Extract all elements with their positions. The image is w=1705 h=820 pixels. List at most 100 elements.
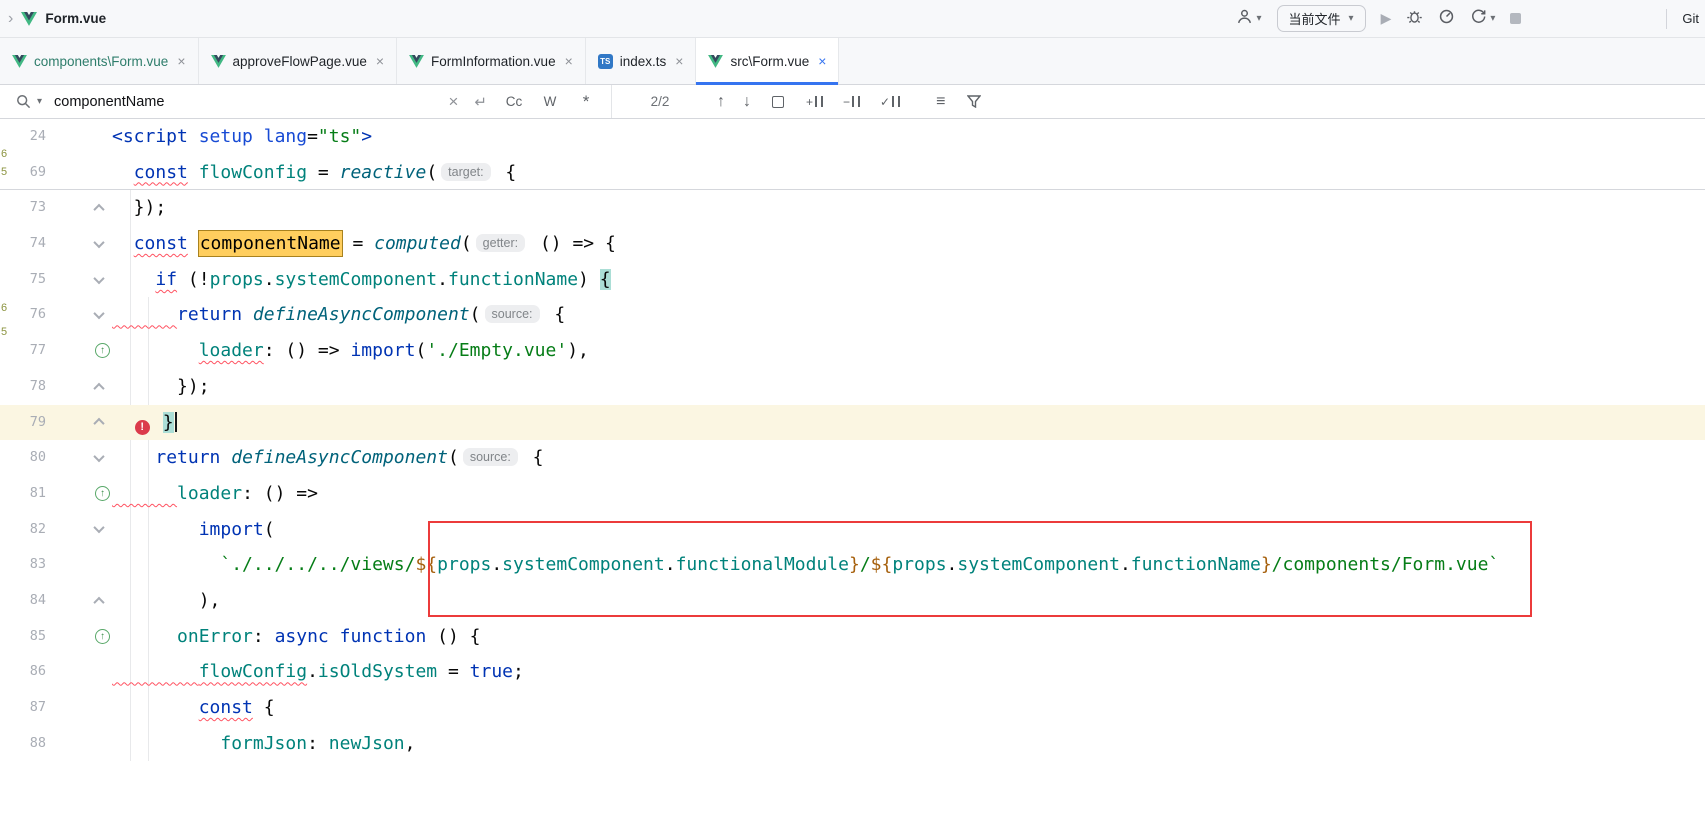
search-in-selection-icon[interactable] [772,96,784,108]
code-token: , [405,733,416,754]
code-text[interactable]: ), [112,583,220,619]
gutter-icon-slot [95,583,103,619]
implementation-marker-icon[interactable]: ↑ [95,486,110,501]
run-button[interactable]: ▶ [1381,10,1392,27]
implementation-marker-icon[interactable]: ↑ [95,629,110,644]
code-token: . [491,554,502,575]
tab-close-icon[interactable]: × [177,53,185,69]
fold-chevron-icon[interactable] [93,597,104,608]
code-text[interactable]: loader: () => [112,476,318,512]
code-token: () { [426,626,480,647]
code-token: : () => [242,483,318,504]
code-token: const [134,162,188,183]
editor-tab[interactable]: FormInformation.vue× [397,38,586,84]
code-token: = [307,162,340,183]
fold-chevron-icon[interactable] [93,204,104,215]
matched-brace: } [163,412,174,433]
select-all-occurrences-icon[interactable]: ✓ [880,96,900,108]
code-token: }); [112,197,166,218]
code-token: newJson [329,733,405,754]
previous-occurrence-button[interactable]: ↑ [717,93,725,111]
breadcrumb-chevron-icon[interactable]: › [8,10,13,28]
newline-icon[interactable]: ↵ [474,93,487,111]
clear-search-icon[interactable]: × [448,92,458,112]
tab-label: src\Form.vue [730,54,809,69]
code-text[interactable]: return defineAsyncComponent(source: { [112,440,544,476]
filter-icon[interactable] [967,95,981,108]
code-text[interactable]: const flowConfig = reactive(target: { [112,155,516,190]
code-text[interactable]: import( [112,512,275,548]
profiler-button[interactable] [1438,8,1455,30]
implementation-marker-icon[interactable]: ↑ [95,343,110,358]
code-token [329,626,340,647]
code-text[interactable]: onError: async function () { [112,619,481,655]
code-text[interactable]: <script setup lang="ts"> [112,119,372,155]
collaboration-menu[interactable]: ▾ [1236,8,1261,30]
code-token [112,733,220,754]
run-configuration-label: 当前文件 [1289,9,1341,28]
search-input[interactable]: componentName [54,94,442,110]
code-text[interactable]: const { [112,690,275,726]
code-token [112,554,220,575]
vue-icon [409,55,424,68]
match-case-toggle[interactable]: Cc [499,94,529,109]
code-text[interactable]: }); [112,369,210,405]
add-selection-icon[interactable]: + [806,96,823,108]
inlay-hint: target: [441,163,490,181]
debug-button[interactable] [1406,8,1423,30]
tab-close-icon[interactable]: × [376,53,384,69]
editor-gutter: 77↑ [0,333,112,369]
editor-tab[interactable]: src\Form.vue × [696,38,839,84]
search-history-chevron-icon[interactable]: ▾ [37,96,42,107]
code-text[interactable]: `./../../../views/${props.systemComponen… [112,547,1499,583]
tab-close-icon[interactable]: × [675,53,683,69]
code-token: functionName [448,269,578,290]
editor-tab[interactable]: TSindex.ts× [586,38,697,84]
tab-close-icon[interactable]: × [565,53,573,69]
code-text[interactable]: const componentName = computed(getter: (… [112,226,616,262]
code-token: ), [112,590,220,611]
profiler-icon [1438,8,1455,30]
code-text[interactable]: loader: () => import('./Empty.vue'), [112,333,589,369]
fold-chevron-icon[interactable] [93,308,104,319]
code-text[interactable]: formJson: newJson, [112,726,415,762]
whole-words-toggle[interactable]: W [535,94,565,109]
editor-tab[interactable]: components\Form.vue× [0,38,199,84]
code-token: systemComponent [957,554,1120,575]
inlay-hint: source: [485,305,540,323]
code-text[interactable]: return defineAsyncComponent(source: { [112,297,565,333]
chevron-down-icon: ▾ [1256,13,1261,24]
editor-tab[interactable]: approveFlowPage.vue× [199,38,398,84]
search-match-highlight: componentName [199,231,342,256]
regex-toggle[interactable]: * [571,92,601,112]
code-token: }); [112,376,210,397]
code-text[interactable]: !} [112,405,177,441]
code-token: ( [426,162,437,183]
tab-close-icon[interactable]: × [818,53,826,69]
code-token: ) [578,269,600,290]
fold-chevron-icon[interactable] [93,237,104,248]
view-options-icon[interactable]: ≡ [936,93,945,111]
fold-chevron-icon[interactable] [93,382,104,393]
code-token: /components/Form.vue` [1272,554,1500,575]
fold-chevron-icon[interactable] [93,522,104,533]
editor-gutter: 82 [0,512,112,548]
code-text[interactable]: flowConfig.isOldSystem = true; [112,654,524,690]
fold-chevron-icon[interactable] [93,273,104,284]
code-editor[interactable]: 24<script setup lang="ts">69 const flowC… [0,119,1705,761]
next-occurrence-button[interactable]: ↓ [743,93,751,111]
rerun-menu[interactable]: ▾ [1470,8,1495,30]
code-text[interactable]: if (!props.systemComponent.functionName)… [112,262,611,298]
fold-chevron-icon[interactable] [93,418,104,429]
git-menu[interactable]: Git [1682,11,1699,26]
code-token: functionalModule [676,554,849,575]
code-text[interactable]: }); [112,190,166,226]
bug-icon [1406,8,1423,30]
fold-chevron-icon[interactable] [93,451,104,462]
stop-icon[interactable] [1510,13,1521,24]
line-number: 74 [30,226,46,262]
run-configuration-selector[interactable]: 当前文件 ▾ [1277,5,1366,32]
remove-selection-icon[interactable]: − [843,96,860,108]
search-field[interactable]: ▾ componentName × ↵ Cc W * [0,85,612,118]
toolbar-divider [1666,9,1667,29]
